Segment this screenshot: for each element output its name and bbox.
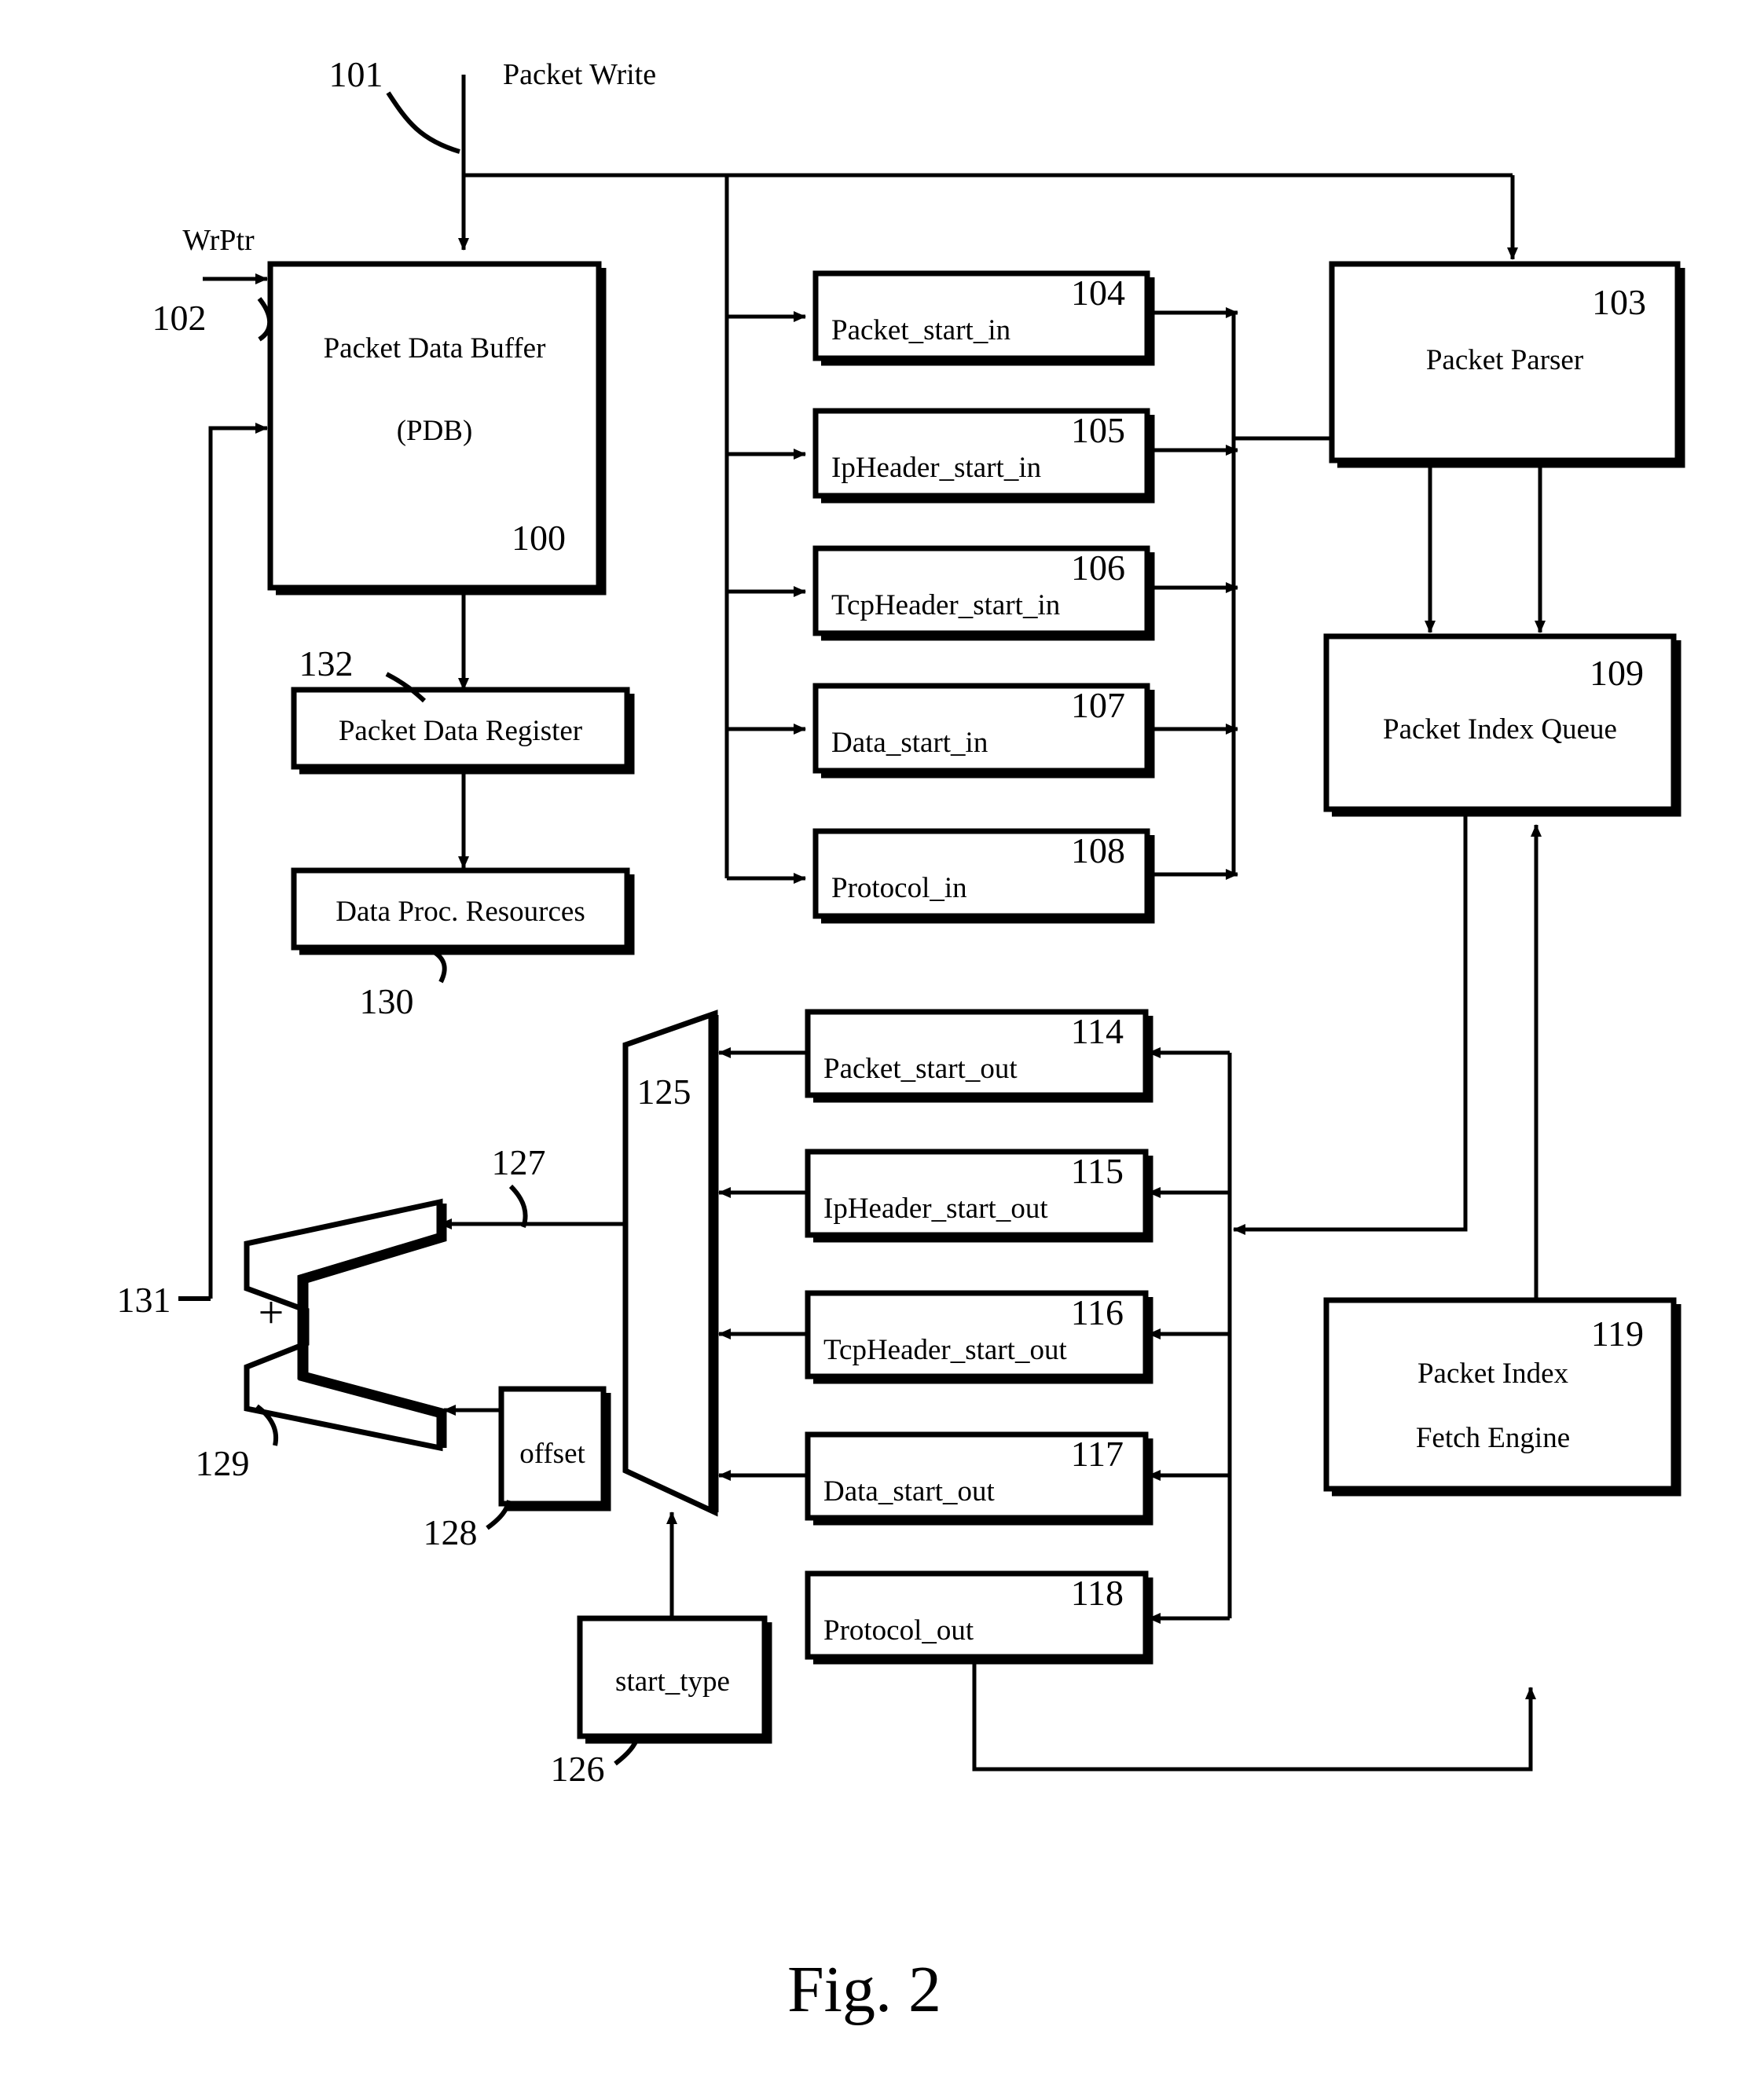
block-label: offset	[519, 1438, 585, 1470]
block-tcpheader-start-in[interactable]: TcpHeader_start_in 106	[812, 545, 1155, 641]
block-label: Protocol_in	[831, 872, 967, 904]
patent-figure-page: Packet Data Buffer (PDB) 100 Packet Pars…	[0, 0, 1764, 2074]
signal-label-packet-write: Packet Write	[503, 58, 656, 91]
ref-number-126: 126	[551, 1749, 605, 1789]
ref-number: 104	[1071, 273, 1125, 313]
block-packet-parser[interactable]: Packet Parser 103	[1329, 261, 1685, 468]
block-label: TcpHeader_start_in	[831, 589, 1060, 621]
ref-number: 114	[1071, 1011, 1124, 1051]
block-label: Data_start_out	[823, 1475, 996, 1508]
block-tcpheader-start-out[interactable]: TcpHeader_start_out 116	[805, 1290, 1153, 1384]
ref-number-127: 127	[492, 1142, 546, 1182]
ref-number-129: 129	[196, 1443, 250, 1483]
block-start-type[interactable]: start_type	[577, 1615, 772, 1744]
wire-131-feedback	[208, 423, 268, 1299]
ref-number: 125	[637, 1072, 691, 1112]
block-packet-start-in[interactable]: Packet_start_in 104	[812, 270, 1155, 366]
block-packet-data-buffer[interactable]: Packet Data Buffer (PDB) 100	[267, 261, 607, 595]
block-ipheader-start-in[interactable]: IpHeader_start_in 105	[812, 408, 1155, 504]
block-label: start_type	[615, 1665, 730, 1698]
block-packet-index-fetch-engine[interactable]: Packet Index Fetch Engine 119	[1323, 1297, 1681, 1497]
block-data-proc-resources[interactable]: Data Proc. Resources	[291, 867, 635, 955]
block-label: Fetch Engine	[1416, 1422, 1570, 1454]
leader-101	[386, 91, 460, 154]
wire-queue-to-outbus	[1233, 813, 1468, 1235]
leader-128	[486, 1500, 512, 1530]
block-ipheader-start-out[interactable]: IpHeader_start_out 115	[805, 1149, 1153, 1243]
adder-plus-symbol: +	[259, 1287, 284, 1338]
block-packet-data-register[interactable]: Packet Data Register	[291, 687, 635, 775]
block-data-start-out[interactable]: Data_start_out 117	[805, 1431, 1153, 1526]
ref-number-130: 130	[360, 981, 414, 1021]
block-label: Protocol_out	[823, 1614, 974, 1647]
adder-129[interactable]: +	[244, 1198, 447, 1452]
ref-number-132: 132	[299, 643, 354, 683]
block-label: Data Proc. Resources	[336, 896, 585, 928]
block-label: Packet_start_out	[823, 1053, 1018, 1085]
ref-number-102: 102	[152, 298, 207, 338]
figure-caption: Fig. 2	[787, 1953, 941, 2026]
block-label: (PDB)	[397, 415, 473, 447]
leader-130	[431, 949, 447, 984]
ref-number: 115	[1071, 1151, 1124, 1191]
ref-number-128: 128	[424, 1512, 478, 1552]
block-label: IpHeader_start_in	[831, 452, 1041, 484]
ref-number: 103	[1592, 282, 1646, 322]
ref-number: 100	[512, 518, 566, 558]
block-label: Packet Parser	[1426, 344, 1583, 376]
block-label: Data_start_in	[831, 727, 988, 759]
block-data-start-in[interactable]: Data_start_in 107	[812, 683, 1155, 779]
block-protocol-out[interactable]: Protocol_out 118	[805, 1570, 1153, 1665]
mux-125[interactable]: 125	[622, 1010, 719, 1517]
ref-number-131: 131	[117, 1280, 171, 1320]
leader-127	[508, 1184, 528, 1228]
block-label: Packet Data Buffer	[324, 332, 546, 365]
wire-protocolout-to-fetch	[972, 1656, 1536, 1772]
block-protocol-in[interactable]: Protocol_in 108	[812, 828, 1155, 924]
ref-number: 116	[1071, 1292, 1124, 1332]
ref-number: 119	[1591, 1314, 1644, 1354]
block-packet-start-out[interactable]: Packet_start_out 114	[805, 1009, 1153, 1103]
block-label: Packet Index Queue	[1383, 713, 1617, 746]
block-offset[interactable]: offset	[498, 1386, 611, 1512]
diagram-canvas: Packet Data Buffer (PDB) 100 Packet Pars…	[117, 54, 1685, 2026]
block-label: IpHeader_start_out	[823, 1193, 1048, 1225]
block-label: Packet Data Register	[339, 715, 582, 747]
ref-number: 109	[1590, 653, 1644, 693]
block-packet-index-queue[interactable]: Packet Index Queue 109	[1323, 633, 1681, 817]
ref-number: 117	[1071, 1434, 1124, 1474]
ref-number-101: 101	[329, 54, 383, 94]
block-label: Packet Index	[1417, 1358, 1569, 1390]
signal-label-wrptr: WrPtr	[182, 224, 255, 257]
block-label: TcpHeader_start_out	[823, 1334, 1067, 1366]
ref-number: 105	[1071, 410, 1125, 450]
ref-number: 118	[1071, 1573, 1124, 1613]
ref-number: 107	[1071, 685, 1125, 725]
block-label: Packet_start_in	[831, 314, 1010, 346]
ref-number: 106	[1071, 548, 1125, 588]
ref-number: 108	[1071, 830, 1125, 870]
